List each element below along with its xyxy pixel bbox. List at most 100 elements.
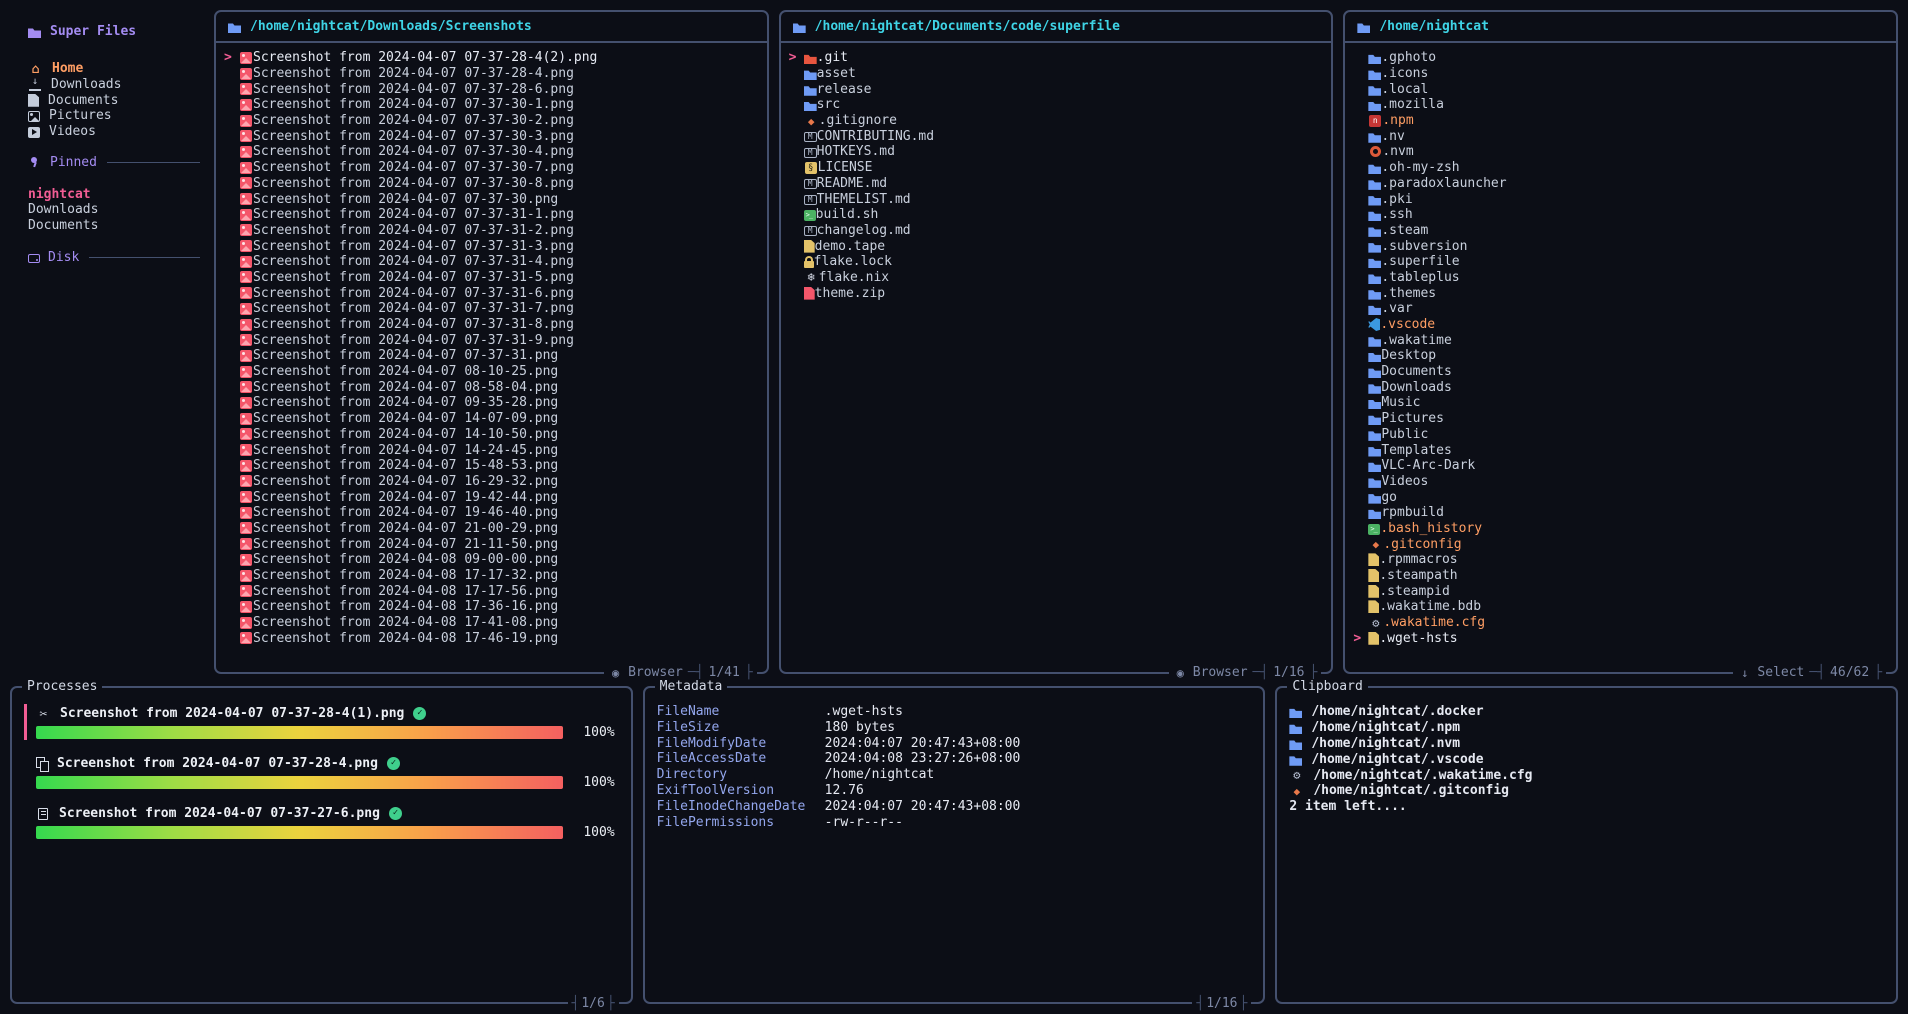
file-row[interactable]: Desktop — [1349, 348, 1892, 364]
file-row[interactable]: .var — [1349, 301, 1892, 317]
file-row[interactable]: Screenshot from 2024-04-07 07-37-31-7.pn… — [220, 301, 763, 317]
file-row[interactable]: theme.zip — [785, 285, 1328, 301]
pinned-item-downloads[interactable]: Downloads — [14, 202, 200, 218]
process-item[interactable]: Screenshot from 2024-04-07 07-37-28-4.pn… — [24, 754, 619, 790]
file-row[interactable]: Screenshot from 2024-04-07 07-37-30-1.pn… — [220, 97, 763, 113]
panel-path-bar[interactable]: /home/nightcat/Documents/code/superfile — [781, 12, 1332, 43]
file-row[interactable]: flake.nix — [785, 270, 1328, 286]
file-row[interactable]: Videos — [1349, 474, 1892, 490]
file-row[interactable]: .wakatime — [1349, 332, 1892, 348]
file-row[interactable]: Screenshot from 2024-04-08 09-00-00.png — [220, 552, 763, 568]
file-row[interactable]: .subversion — [1349, 238, 1892, 254]
file-row[interactable]: Screenshot from 2024-04-08 17-36-16.png — [220, 599, 763, 615]
file-row[interactable]: rpmbuild — [1349, 505, 1892, 521]
file-row[interactable]: Screenshot from 2024-04-07 07-37-31-2.pn… — [220, 223, 763, 239]
file-row[interactable]: Screenshot from 2024-04-08 17-17-56.png — [220, 583, 763, 599]
file-row[interactable]: .gphoto — [1349, 50, 1892, 66]
file-row[interactable]: Downloads — [1349, 379, 1892, 395]
sidebar-item-downloads[interactable]: Downloads — [14, 77, 200, 93]
file-row[interactable]: .bash_history — [1349, 521, 1892, 537]
file-row[interactable]: Screenshot from 2024-04-08 17-41-08.png — [220, 615, 763, 631]
file-row[interactable]: Public — [1349, 427, 1892, 443]
file-row[interactable]: .mozilla — [1349, 97, 1892, 113]
file-row[interactable]: Screenshot from 2024-04-07 21-11-50.png — [220, 536, 763, 552]
file-row[interactable]: Screenshot from 2024-04-07 08-10-25.png — [220, 364, 763, 380]
file-row[interactable]: Music — [1349, 395, 1892, 411]
file-row[interactable]: .vscode — [1349, 317, 1892, 333]
file-row[interactable]: Screenshot from 2024-04-07 19-46-40.png — [220, 505, 763, 521]
file-row[interactable]: CONTRIBUTING.md — [785, 128, 1328, 144]
file-row[interactable]: Screenshot from 2024-04-07 08-58-04.png — [220, 379, 763, 395]
file-row[interactable]: release — [785, 81, 1328, 97]
file-row[interactable]: Screenshot from 2024-04-07 14-24-45.png — [220, 442, 763, 458]
sidebar-item-home[interactable]: Home — [14, 61, 200, 77]
file-row[interactable]: Screenshot from 2024-04-07 09-35-28.png — [220, 395, 763, 411]
file-row[interactable]: Screenshot from 2024-04-07 07-37-30-7.pn… — [220, 160, 763, 176]
file-row[interactable]: .nvm — [1349, 144, 1892, 160]
file-row[interactable]: Screenshot from 2024-04-07 07-37-31-5.pn… — [220, 270, 763, 286]
sidebar-item-documents[interactable]: Documents — [14, 92, 200, 108]
file-row[interactable]: >.git — [785, 50, 1328, 66]
file-row[interactable]: Screenshot from 2024-04-07 14-07-09.png — [220, 411, 763, 427]
file-row[interactable]: Pictures — [1349, 411, 1892, 427]
file-row[interactable]: .paradoxlauncher — [1349, 176, 1892, 192]
file-row[interactable]: build.sh — [785, 207, 1328, 223]
file-row[interactable]: go — [1349, 489, 1892, 505]
file-row[interactable]: .ssh — [1349, 207, 1892, 223]
file-row[interactable]: .wakatime.cfg — [1349, 615, 1892, 631]
file-row[interactable]: Screenshot from 2024-04-07 16-29-32.png — [220, 474, 763, 490]
file-row[interactable]: .gitconfig — [1349, 536, 1892, 552]
file-row[interactable]: .icons — [1349, 66, 1892, 82]
clipboard-item[interactable]: /home/nightcat/.docker — [1289, 704, 1884, 720]
file-row[interactable]: changelog.md — [785, 223, 1328, 239]
file-row[interactable]: LICENSE — [785, 160, 1328, 176]
file-row[interactable]: Documents — [1349, 364, 1892, 380]
file-row[interactable]: .nv — [1349, 128, 1892, 144]
file-row[interactable]: .tableplus — [1349, 270, 1892, 286]
file-row[interactable]: Screenshot from 2024-04-07 07-37-31-8.pn… — [220, 317, 763, 333]
file-row[interactable]: Screenshot from 2024-04-07 07-37-31.png — [220, 348, 763, 364]
clipboard-item[interactable]: /home/nightcat/.vscode — [1289, 751, 1884, 767]
file-row[interactable]: Templates — [1349, 442, 1892, 458]
file-row[interactable]: >Screenshot from 2024-04-07 07-37-28-4(2… — [220, 50, 763, 66]
file-row[interactable]: .steam — [1349, 223, 1892, 239]
clipboard-item[interactable]: /home/nightcat/.gitconfig — [1289, 783, 1884, 799]
file-row[interactable]: .oh-my-zsh — [1349, 160, 1892, 176]
file-row[interactable]: .wakatime.bdb — [1349, 599, 1892, 615]
file-row[interactable]: Screenshot from 2024-04-07 07-37-30-2.pn… — [220, 113, 763, 129]
file-row[interactable]: .themes — [1349, 285, 1892, 301]
sidebar-item-pictures[interactable]: Pictures — [14, 108, 200, 124]
file-row[interactable]: Screenshot from 2024-04-07 07-37-28-4.pn… — [220, 66, 763, 82]
file-row[interactable]: Screenshot from 2024-04-07 07-37-31-9.pn… — [220, 332, 763, 348]
file-row[interactable]: Screenshot from 2024-04-07 07-37-30-4.pn… — [220, 144, 763, 160]
file-row[interactable]: Screenshot from 2024-04-07 07-37-31-3.pn… — [220, 238, 763, 254]
file-row[interactable]: flake.lock — [785, 254, 1328, 270]
file-row[interactable]: .gitignore — [785, 113, 1328, 129]
file-row[interactable]: asset — [785, 66, 1328, 82]
process-item[interactable]: Screenshot from 2024-04-07 07-37-27-6.pn… — [24, 804, 619, 840]
file-row[interactable]: Screenshot from 2024-04-07 07-37-30.png — [220, 191, 763, 207]
file-row[interactable]: demo.tape — [785, 238, 1328, 254]
file-row[interactable]: Screenshot from 2024-04-07 07-37-28-6.pn… — [220, 81, 763, 97]
file-row[interactable]: Screenshot from 2024-04-08 17-17-32.png — [220, 568, 763, 584]
panel-path-bar[interactable]: /home/nightcat — [1345, 12, 1896, 43]
file-row[interactable]: .local — [1349, 81, 1892, 97]
file-row[interactable]: Screenshot from 2024-04-07 14-10-50.png — [220, 427, 763, 443]
pinned-item-nightcat[interactable]: nightcat — [14, 186, 200, 202]
file-row[interactable]: Screenshot from 2024-04-07 07-37-31-1.pn… — [220, 207, 763, 223]
file-row[interactable]: .superfile — [1349, 254, 1892, 270]
file-row[interactable]: Screenshot from 2024-04-07 21-00-29.png — [220, 521, 763, 537]
file-row[interactable]: Screenshot from 2024-04-07 19-42-44.png — [220, 489, 763, 505]
sidebar-item-videos[interactable]: Videos — [14, 124, 200, 140]
file-row[interactable]: HOTKEYS.md — [785, 144, 1328, 160]
file-row[interactable]: >.wget-hsts — [1349, 630, 1892, 646]
file-row[interactable]: .npm — [1349, 113, 1892, 129]
process-item[interactable]: Screenshot from 2024-04-07 07-37-28-4(1)… — [24, 704, 619, 740]
clipboard-item[interactable]: /home/nightcat/.nvm — [1289, 736, 1884, 752]
clipboard-item[interactable]: /home/nightcat/.npm — [1289, 720, 1884, 736]
file-row[interactable]: Screenshot from 2024-04-07 07-37-30-8.pn… — [220, 176, 763, 192]
pinned-item-documents[interactable]: Documents — [14, 218, 200, 234]
panel-path-bar[interactable]: /home/nightcat/Downloads/Screenshots — [216, 12, 767, 43]
file-row[interactable]: .steampath — [1349, 568, 1892, 584]
file-row[interactable]: .steampid — [1349, 583, 1892, 599]
